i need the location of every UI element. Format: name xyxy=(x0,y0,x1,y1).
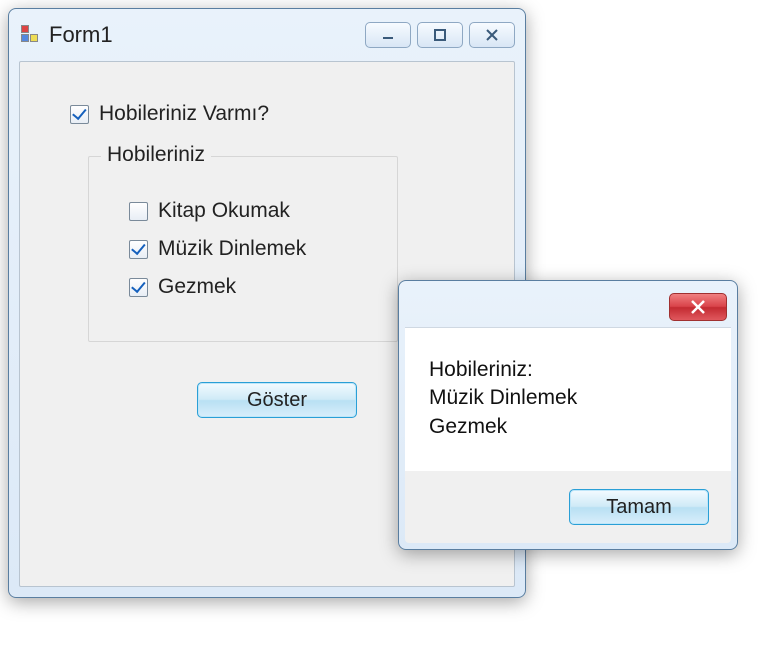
hobby-label: Müzik Dinlemek xyxy=(158,237,306,261)
ok-button[interactable]: Tamam xyxy=(569,489,709,525)
minimize-button[interactable] xyxy=(365,22,411,48)
checkbox-icon xyxy=(129,202,148,221)
maximize-button[interactable] xyxy=(417,22,463,48)
hobby-checkbox-kitap[interactable]: Kitap Okumak xyxy=(129,199,377,223)
hobbies-exist-checkbox[interactable]: Hobileriniz Varmı? xyxy=(70,102,484,126)
messagebox-footer: Tamam xyxy=(405,471,731,543)
form1-title: Form1 xyxy=(49,22,365,48)
messagebox-close-button[interactable] xyxy=(669,293,727,321)
checkbox-icon xyxy=(129,278,148,297)
messagebox-text: Hobileriniz: Müzik Dinlemek Gezmek xyxy=(405,327,731,471)
app-icon xyxy=(21,25,41,45)
show-button[interactable]: Göster xyxy=(197,382,357,418)
maximize-icon xyxy=(432,27,448,43)
minimize-icon xyxy=(380,27,396,43)
hobby-label: Gezmek xyxy=(158,275,236,299)
close-icon xyxy=(484,27,500,43)
form1-titlebar[interactable]: Form1 xyxy=(15,15,519,55)
close-icon xyxy=(690,299,706,315)
hobby-label: Kitap Okumak xyxy=(158,199,290,223)
hobbies-groupbox-legend: Hobileriniz xyxy=(101,143,211,167)
checkbox-icon xyxy=(129,240,148,259)
close-button[interactable] xyxy=(469,22,515,48)
hobby-checkbox-gezmek[interactable]: Gezmek xyxy=(129,275,377,299)
hobby-checkbox-muzik[interactable]: Müzik Dinlemek xyxy=(129,237,377,261)
checkbox-icon xyxy=(70,105,89,124)
messagebox-window: Hobileriniz: Müzik Dinlemek Gezmek Tamam xyxy=(398,280,738,550)
messagebox-titlebar[interactable] xyxy=(405,287,731,327)
hobbies-exist-label: Hobileriniz Varmı? xyxy=(99,102,269,126)
hobbies-groupbox: Hobileriniz Kitap Okumak Müzik Dinlemek … xyxy=(88,156,398,342)
window-controls xyxy=(365,22,515,48)
